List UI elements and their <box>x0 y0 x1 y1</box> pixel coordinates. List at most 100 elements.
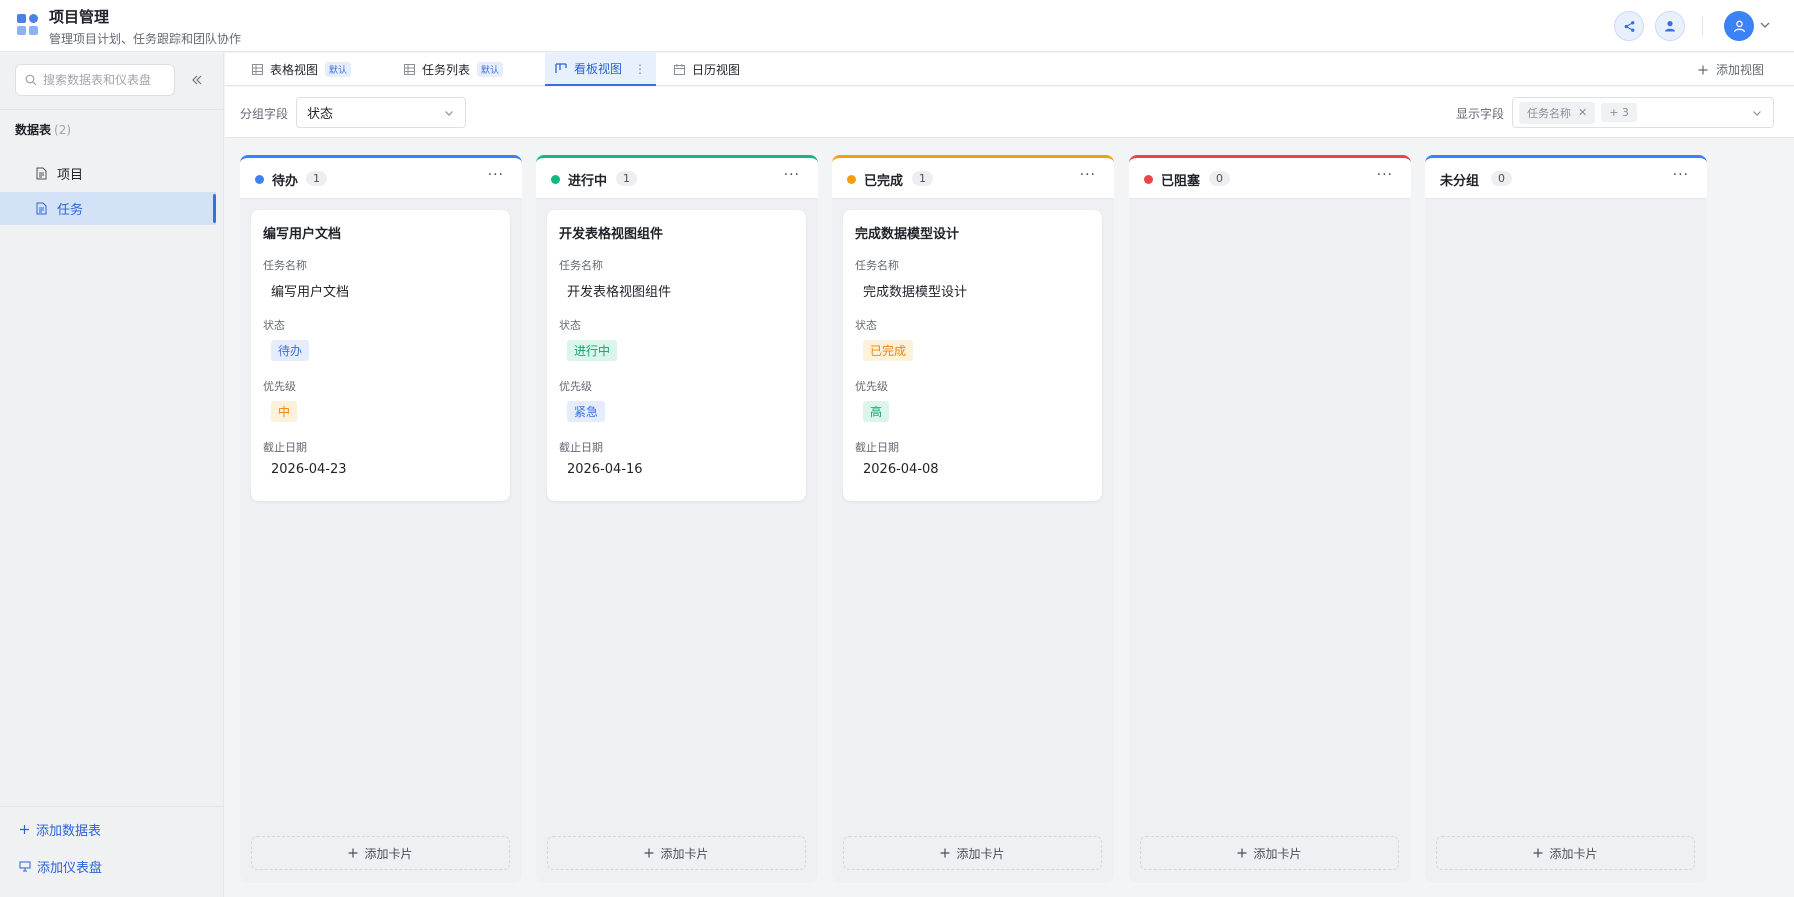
user-settings-button[interactable] <box>1655 11 1685 41</box>
field-label: 截止日期 <box>263 441 307 454</box>
chevron-down-icon[interactable] <box>1758 18 1772 32</box>
due-date-value: 2026-04-16 <box>567 462 643 477</box>
status-dot <box>1144 175 1153 184</box>
due-date-value: 2026-04-23 <box>271 462 347 477</box>
kanban-column-ungrouped: 未分组 0 ··· 添加卡片 <box>1425 155 1707 883</box>
display-field-more: + 3 <box>1601 103 1637 122</box>
task-name-value: 编写用户文档 <box>271 285 350 300</box>
document-icon <box>36 202 47 215</box>
column-title: 未分组 <box>1440 174 1480 189</box>
sidebar-item-label: 任务 <box>57 203 84 218</box>
plus-icon <box>20 825 29 834</box>
field-label: 状态 <box>855 319 877 332</box>
avatar-icon <box>1733 20 1745 32</box>
add-card-button[interactable]: 添加卡片 <box>843 836 1102 870</box>
sidebar-item-task[interactable]: 任务 <box>0 192 216 225</box>
field-label: 任务名称 <box>855 259 899 272</box>
kanban-column-done: 已完成 1 ··· 完成数据模型设计 任务名称 完成数据模型设计 状态 已完成 … <box>832 155 1114 883</box>
priority-tag: 中 <box>271 401 298 422</box>
add-dashboard-button[interactable]: 添加仪表盘 <box>19 857 102 876</box>
field-label: 优先级 <box>855 380 888 393</box>
add-view-button[interactable]: 添加视图 <box>1698 53 1764 86</box>
field-label: 优先级 <box>263 380 296 393</box>
add-card-button[interactable]: 添加卡片 <box>1140 836 1399 870</box>
plus-icon <box>1698 65 1708 74</box>
add-card-label: 添加卡片 <box>364 846 413 861</box>
plus-icon <box>348 848 358 858</box>
collapse-sidebar-button[interactable] <box>186 69 208 91</box>
tab-task-list[interactable]: 任务列表 默认 <box>404 53 504 86</box>
chevron-down-icon <box>445 111 453 116</box>
display-field-select[interactable]: 任务名称 ✕ + 3 <box>1512 97 1774 128</box>
task-card[interactable]: 编写用户文档 任务名称 编写用户文档 状态 待办 优先级 中 截止日期 2026… <box>251 210 510 501</box>
tab-table-view[interactable]: 表格视图 默认 <box>252 53 352 86</box>
column-count: 1 <box>616 171 637 186</box>
status-tag: 已完成 <box>863 340 914 361</box>
status-dot <box>847 175 856 184</box>
task-card[interactable]: 开发表格视图组件 任务名称 开发表格视图组件 状态 进行中 优先级 紧急 截止日… <box>547 210 806 501</box>
add-card-label: 添加卡片 <box>1253 846 1302 861</box>
add-dashboard-label: 添加仪表盘 <box>37 861 103 876</box>
column-more-button[interactable]: ··· <box>784 167 800 183</box>
tab-kanban-view[interactable]: 看板视图 ⋮ <box>545 53 657 86</box>
section-count: (2) <box>54 123 72 137</box>
card-title: 编写用户文档 <box>263 227 342 242</box>
add-view-label: 添加视图 <box>1715 63 1764 77</box>
column-count: 1 <box>306 171 327 186</box>
tab-label: 任务列表 <box>422 63 471 77</box>
column-header: 待办 1 ··· <box>240 155 522 199</box>
column-header: 进行中 1 ··· <box>536 155 818 199</box>
column-header: 未分组 0 ··· <box>1425 155 1707 199</box>
add-card-button[interactable]: 添加卡片 <box>1436 836 1695 870</box>
default-badge: 默认 <box>477 62 504 77</box>
board-toolbar: 分组字段 状态 显示字段 任务名称 ✕ + 3 <box>225 87 1794 138</box>
group-field-select[interactable]: 状态 <box>296 97 466 128</box>
share-button[interactable] <box>1614 11 1644 41</box>
column-count: 0 <box>1209 171 1230 186</box>
chip-remove-icon[interactable]: ✕ <box>1578 106 1587 119</box>
field-label: 截止日期 <box>855 441 899 454</box>
add-card-button[interactable]: 添加卡片 <box>251 836 510 870</box>
display-field-label: 显示字段 <box>1456 107 1505 121</box>
add-table-button[interactable]: 添加数据表 <box>19 820 101 839</box>
tab-calendar-view[interactable]: 日历视图 <box>674 53 740 86</box>
user-avatar[interactable] <box>1724 11 1754 41</box>
double-chevron-left-icon <box>192 75 202 85</box>
section-label: 数据表 (2) <box>15 121 71 138</box>
column-more-button[interactable]: ··· <box>1080 167 1096 183</box>
sidebar-search[interactable] <box>15 64 175 96</box>
column-more-button[interactable]: ··· <box>488 167 504 183</box>
task-name-value: 开发表格视图组件 <box>567 285 672 300</box>
column-title: 进行中 <box>568 174 608 189</box>
add-card-button[interactable]: 添加卡片 <box>547 836 806 870</box>
user-icon <box>1665 21 1675 32</box>
sidebar-footer: 添加数据表 添加仪表盘 <box>0 806 224 897</box>
column-header: 已阻塞 0 ··· <box>1129 155 1411 199</box>
column-title: 已完成 <box>864 174 904 189</box>
document-icon <box>36 167 47 180</box>
tab-label: 看板视图 <box>574 62 623 76</box>
column-title: 待办 <box>272 174 299 189</box>
column-more-button[interactable]: ··· <box>1377 167 1393 183</box>
section-title: 数据表 <box>15 123 52 137</box>
header-divider <box>1702 16 1703 36</box>
search-input[interactable] <box>43 73 163 87</box>
tab-more-icon[interactable]: ⋮ <box>634 62 646 76</box>
kanban-column-todo: 待办 1 ··· 编写用户文档 任务名称 编写用户文档 状态 待办 优先级 中 … <box>240 155 522 883</box>
card-title: 完成数据模型设计 <box>855 227 960 242</box>
column-header: 已完成 1 ··· <box>832 155 1114 199</box>
kanban-icon <box>555 63 567 73</box>
field-label: 优先级 <box>559 380 592 393</box>
add-card-label: 添加卡片 <box>956 846 1005 861</box>
field-label: 状态 <box>559 319 581 332</box>
column-more-button[interactable]: ··· <box>1673 167 1689 183</box>
sidebar-item-project[interactable]: 项目 <box>0 157 216 190</box>
sidebar-divider <box>0 109 224 110</box>
add-card-label: 添加卡片 <box>660 846 709 861</box>
app-header: 项目管理 管理项目计划、任务跟踪和团队协作 <box>0 0 1794 52</box>
tab-label: 日历视图 <box>692 63 741 77</box>
kanban-column-blocked: 已阻塞 0 ··· 添加卡片 <box>1129 155 1411 883</box>
task-card[interactable]: 完成数据模型设计 任务名称 完成数据模型设计 状态 已完成 优先级 高 截止日期… <box>843 210 1102 501</box>
display-field-chip: 任务名称 ✕ <box>1519 101 1596 124</box>
plus-icon <box>1533 848 1543 858</box>
